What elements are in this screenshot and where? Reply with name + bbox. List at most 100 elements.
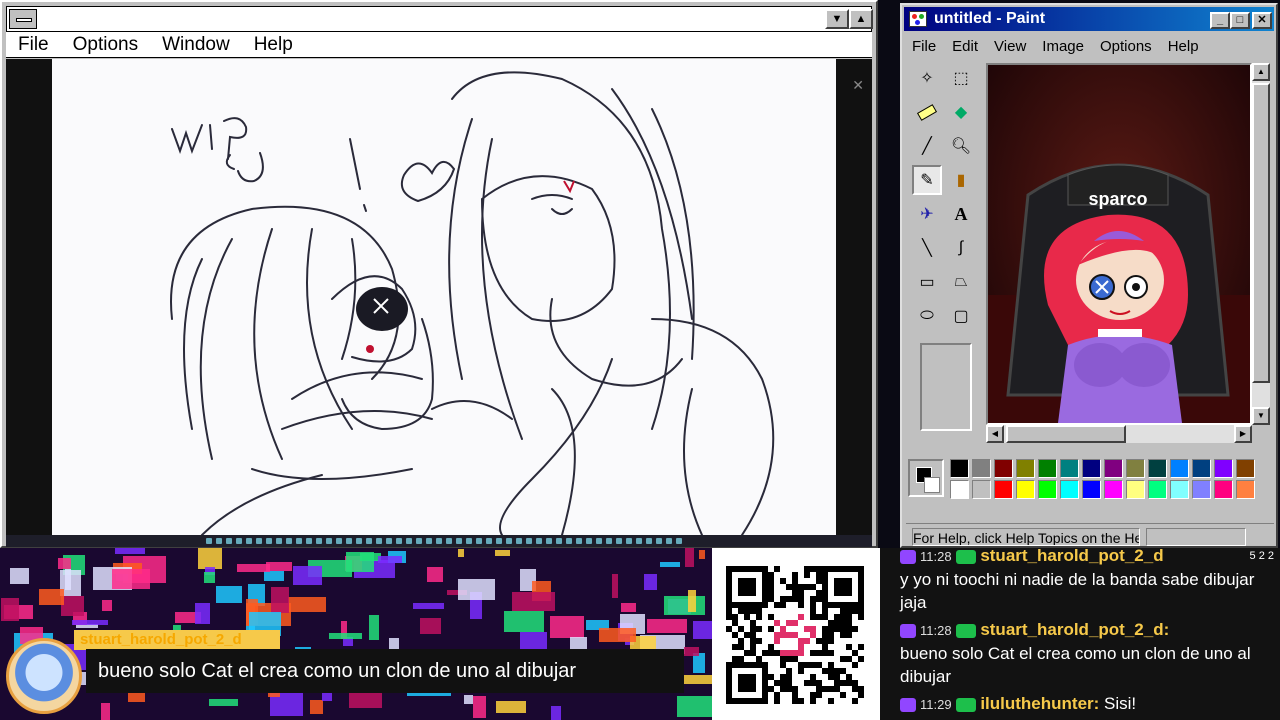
- qr-module: [756, 626, 762, 632]
- vertical-scrollbar[interactable]: ▲ ▼: [1252, 63, 1270, 425]
- palette-swatch[interactable]: [1082, 459, 1101, 478]
- paint-menu-options[interactable]: Options: [1092, 38, 1160, 55]
- rect-select-icon[interactable]: ⬚: [946, 63, 976, 93]
- menu-file[interactable]: File: [6, 34, 61, 56]
- drawing-canvas[interactable]: wip: [52, 59, 836, 535]
- palette-swatch[interactable]: [994, 480, 1013, 499]
- palette-swatch[interactable]: [1104, 459, 1123, 478]
- qr-module: [840, 692, 846, 698]
- paint-menu-view[interactable]: View: [986, 38, 1034, 55]
- menu-options[interactable]: Options: [61, 34, 150, 56]
- palette-swatch[interactable]: [1104, 480, 1123, 499]
- eraser-icon[interactable]: [912, 97, 942, 127]
- scroll-thumb[interactable]: [1252, 83, 1270, 383]
- palette-swatch[interactable]: [972, 480, 991, 499]
- scroll-down-button[interactable]: ▼: [1252, 407, 1270, 425]
- sketch-drawing: wip: [170, 71, 775, 535]
- qr-module: [804, 638, 810, 644]
- palette-swatch[interactable]: [1170, 459, 1189, 478]
- palette-swatch[interactable]: [1192, 459, 1211, 478]
- rectangle-tool-icon[interactable]: ▭: [912, 267, 942, 297]
- palette-swatch[interactable]: [1192, 480, 1211, 499]
- text-tool-icon[interactable]: A: [946, 199, 976, 229]
- menu-help[interactable]: Help: [242, 34, 305, 56]
- current-colors[interactable]: [908, 459, 944, 497]
- ellipse-tool-icon[interactable]: ⬭: [912, 301, 942, 331]
- palette-swatch[interactable]: [1214, 459, 1233, 478]
- overlay-chat-username: stuart_harold_pot_2_d: [74, 630, 280, 650]
- fill-bucket-icon[interactable]: ◆: [946, 97, 976, 127]
- menu-window[interactable]: Window: [150, 34, 242, 56]
- palette-swatch[interactable]: [1236, 459, 1255, 478]
- palette-swatch[interactable]: [950, 459, 969, 478]
- palette-swatch[interactable]: [1148, 480, 1167, 499]
- glitch-block: [693, 621, 712, 639]
- scroll-right-button[interactable]: ▶: [1234, 425, 1252, 443]
- palette-swatch[interactable]: [972, 459, 991, 478]
- curve-tool-icon[interactable]: ∫: [946, 233, 976, 263]
- canvas-close-icon[interactable]: ✕: [852, 77, 864, 94]
- palette-swatch[interactable]: [1082, 480, 1101, 499]
- palette-swatch[interactable]: [994, 459, 1013, 478]
- scroll-left-button[interactable]: ◀: [986, 425, 1004, 443]
- glitch-block: [61, 596, 84, 616]
- glitch-block: [195, 603, 210, 624]
- qr-module: [858, 644, 864, 650]
- paint-menu-image[interactable]: Image: [1034, 38, 1092, 55]
- paint-menu-edit[interactable]: Edit: [944, 38, 986, 55]
- scroll-up-button[interactable]: ▲: [1252, 63, 1270, 81]
- tool-options-box[interactable]: [920, 343, 972, 431]
- glitch-block: [310, 700, 323, 714]
- palette-swatch[interactable]: [1016, 459, 1035, 478]
- palette-swatch[interactable]: [1016, 480, 1035, 499]
- paint-menu-file[interactable]: File: [904, 38, 944, 55]
- line-tool-icon[interactable]: ╲: [912, 233, 942, 263]
- magnifier-icon[interactable]: 🔍︎: [946, 131, 976, 161]
- glitch-block: [599, 628, 636, 642]
- toolbox: ✧ ⬚ ◆ ╱ 🔍︎ ✎ ▮ ✈ A ╲ ∫ ▭ ⏢ ⬭ ▢: [910, 63, 980, 435]
- palette-swatch[interactable]: [1148, 459, 1167, 478]
- glitch-block: [349, 693, 382, 708]
- chat-username[interactable]: stuart_harold_pot_2_d:: [980, 620, 1169, 639]
- palette-swatch[interactable]: [1126, 480, 1145, 499]
- chat-username[interactable]: stuart_harold_pot_2_d: [980, 548, 1163, 565]
- glitch-block: [693, 653, 705, 673]
- palette-swatch[interactable]: [1038, 459, 1057, 478]
- taskbar-icon: [226, 538, 232, 544]
- palette-swatch[interactable]: [950, 480, 969, 499]
- palette-swatch[interactable]: [1126, 459, 1145, 478]
- horizontal-scrollbar[interactable]: ◀ ▶: [986, 425, 1252, 443]
- palette-swatch[interactable]: [1236, 480, 1255, 499]
- minimize-button[interactable]: _: [1210, 12, 1230, 29]
- pencil-icon[interactable]: ✎: [912, 165, 942, 195]
- free-select-icon[interactable]: ✧: [912, 63, 942, 93]
- paint-app-icon[interactable]: [909, 11, 927, 27]
- twitch-badge-icon: [900, 623, 916, 638]
- paint-menu-help[interactable]: Help: [1160, 38, 1207, 55]
- palette-swatch[interactable]: [1060, 459, 1079, 478]
- embedded-taskbar: [6, 535, 872, 547]
- polygon-tool-icon[interactable]: ⏢: [946, 267, 976, 297]
- palette-swatch[interactable]: [1170, 480, 1189, 499]
- palette-swatch[interactable]: [1060, 480, 1079, 499]
- hscroll-thumb[interactable]: [1006, 425, 1126, 443]
- paint-canvas[interactable]: sparco: [986, 63, 1252, 425]
- maximize-button[interactable]: □: [1230, 12, 1250, 29]
- rounded-rect-tool-icon[interactable]: ▢: [946, 301, 976, 331]
- system-menu-button[interactable]: [9, 9, 37, 29]
- color-picker-icon[interactable]: ╱: [912, 131, 942, 161]
- qr-module: [780, 602, 786, 608]
- qr-module: [798, 698, 804, 704]
- taskbar-icon: [426, 538, 432, 544]
- glitch-block: [684, 647, 699, 656]
- qr-module: [846, 632, 852, 638]
- chat-username[interactable]: iluluthehunter:: [980, 694, 1099, 713]
- minimize-button[interactable]: ▼: [825, 9, 849, 29]
- palette-swatch[interactable]: [1214, 480, 1233, 499]
- brush-icon[interactable]: ▮: [946, 165, 976, 195]
- maximize-button[interactable]: ▲: [849, 9, 873, 29]
- palette-swatch[interactable]: [1038, 480, 1057, 499]
- close-button[interactable]: ✕: [1252, 12, 1272, 29]
- taskbar-icon: [346, 538, 352, 544]
- airbrush-icon[interactable]: ✈: [912, 199, 942, 229]
